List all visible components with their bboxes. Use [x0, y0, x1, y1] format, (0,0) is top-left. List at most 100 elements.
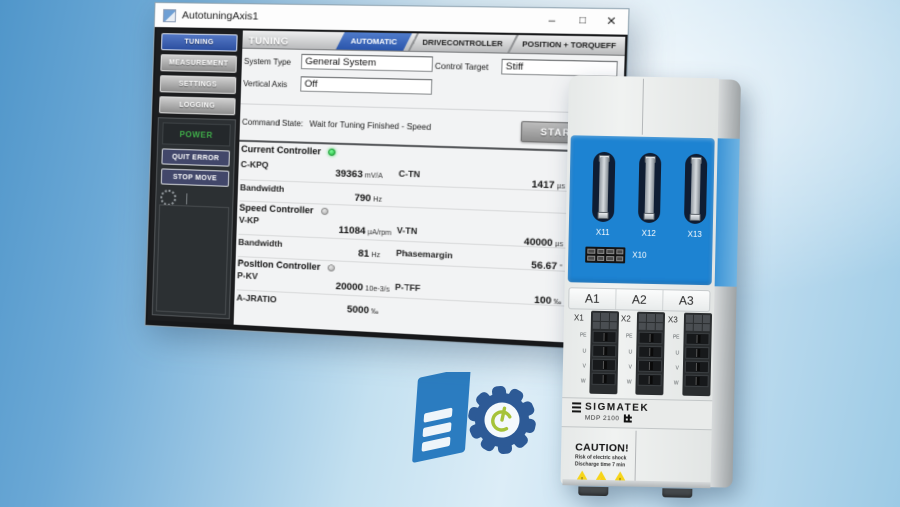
power-status-label: POWER	[162, 122, 231, 146]
terminal-block-x2	[635, 312, 665, 396]
terminal-label-pe: PE	[619, 333, 632, 339]
terminal-slot	[685, 333, 709, 346]
connector-screw	[644, 213, 655, 220]
unit: mV/A	[365, 172, 383, 180]
terminal-label-u: U	[573, 348, 586, 354]
unit: Hz	[373, 196, 382, 204]
terminal-label-u: U	[619, 349, 632, 355]
close-button[interactable]: ✕	[599, 12, 624, 31]
terminal-slot	[592, 345, 616, 358]
param-value: 5000‰	[275, 300, 379, 317]
tab-position-torqueff[interactable]: POSITION + TORQUEFF	[513, 35, 625, 55]
io-connector-x10	[585, 247, 625, 264]
terminal-label-pe: PE	[574, 332, 587, 338]
terminal-slot	[685, 375, 709, 388]
sidebar-item-logging[interactable]: LOGGING	[159, 96, 236, 115]
unit: µA/rpm	[368, 229, 392, 237]
connector-screw	[689, 214, 700, 221]
terminal-slot	[592, 373, 616, 385]
value: 20000	[335, 281, 363, 294]
sidebar: TUNING MEASUREMENT SETTINGS LOGGING POWE…	[148, 29, 243, 325]
connector-metal	[691, 159, 701, 219]
terminal-label-v: V	[619, 364, 632, 370]
terminal-label-w: W	[666, 380, 679, 386]
pin	[616, 256, 624, 261]
qr-code-icon	[623, 414, 631, 422]
port-label-x10: X10	[632, 251, 646, 260]
tab-drivecontroller[interactable]: DRIVECONTROLLER	[414, 33, 512, 52]
port-label-x13: X13	[684, 230, 706, 239]
unit: 10e-3/s	[365, 285, 390, 293]
minimize-button[interactable]: –	[540, 11, 565, 30]
caution-line2: Discharge time 7 min	[575, 461, 685, 469]
pin	[616, 249, 624, 254]
unit: Hz	[371, 252, 380, 260]
terminal-slot	[638, 346, 662, 359]
axis-label-strip: A1 A2 A3	[568, 287, 710, 312]
value: 790	[354, 192, 371, 204]
encoder-connector-x13	[684, 154, 707, 224]
tab-strip: TUNING AUTOMATIC DRIVECONTROLLER POSITIO…	[242, 30, 625, 55]
param-value: 39363mV/A	[279, 166, 383, 181]
drive-module: X11 X12 X13 X10 A1 A2 A3 X1	[560, 75, 741, 491]
port-label-x12: X12	[638, 229, 660, 238]
control-target-label: Control Target	[435, 62, 489, 72]
system-type-input[interactable]	[301, 54, 433, 72]
sidebar-item-measurement[interactable]: MEASUREMENT	[160, 54, 237, 73]
value: 39363	[335, 168, 363, 180]
sidebar-item-tuning[interactable]: TUNING	[161, 33, 238, 51]
connector-metal	[645, 158, 655, 218]
terminal-label-w: W	[573, 378, 586, 384]
tab-automatic[interactable]: AUTOMATIC	[336, 32, 412, 51]
encoder-connector-x11	[592, 152, 615, 222]
terminal-label-u: U	[666, 350, 679, 356]
terminal-label-pe: PE	[666, 334, 679, 340]
connector-screw	[598, 212, 609, 219]
device-foot	[578, 486, 608, 496]
value: 81	[358, 248, 369, 260]
port-label-x2: X2	[621, 314, 631, 323]
pin	[587, 249, 595, 254]
terminal-slot	[592, 359, 616, 372]
sigmatek-logo-icon	[572, 402, 581, 412]
terminal-label-v: V	[573, 363, 586, 369]
speed-controller-led	[321, 207, 328, 214]
model-row: MDP 2100	[585, 414, 712, 425]
device-side-blue	[715, 138, 740, 286]
divider	[241, 103, 619, 114]
caution-title: CAUTION!	[575, 441, 685, 455]
app-window: AutotuningAxis1 – □ ✕ TUNING MEASUREMENT…	[144, 2, 629, 352]
app-window-wrap: AutotuningAxis1 – □ ✕ TUNING MEASUREMENT…	[144, 2, 629, 352]
command-state-value: Wait for Tuning Finished - Speed	[309, 119, 431, 132]
pin	[597, 256, 605, 261]
vertical-axis-input[interactable]	[300, 76, 432, 94]
motor-terminal-section: X1 PE U V W X2	[562, 310, 714, 399]
sidebar-item-settings[interactable]: SETTINGS	[160, 75, 237, 94]
axis-label-a2: A2	[615, 289, 662, 310]
product-logo	[396, 372, 564, 475]
position-controller-led	[328, 264, 335, 271]
stop-move-button[interactable]: STOP MOVE	[161, 168, 230, 186]
device-foot	[662, 488, 692, 498]
quit-error-button[interactable]: QUIT ERROR	[161, 148, 230, 166]
param-label: Phasemargin	[396, 248, 453, 261]
terminal-block-x3	[682, 313, 712, 397]
maximize-button[interactable]: □	[570, 12, 595, 31]
connector-metal	[599, 157, 609, 217]
divider	[186, 193, 187, 204]
module-card-icon	[412, 372, 471, 463]
pin	[606, 249, 614, 254]
param-label: C-KPQ	[241, 159, 269, 170]
terminal-slot	[638, 374, 662, 386]
param-label: P-TFF	[395, 282, 421, 294]
param-label: A-JRATIO	[236, 292, 277, 304]
port-label-x11: X11	[592, 228, 614, 237]
module-seam	[642, 79, 644, 135]
tabs: AUTOMATIC DRIVECONTROLLER POSITION + TOR…	[336, 32, 625, 55]
window-title: AutotuningAxis1	[182, 9, 259, 22]
control-target-input[interactable]	[501, 59, 618, 77]
gear-icon	[462, 379, 543, 461]
terminal-slot	[638, 332, 662, 344]
terminal-label-w: W	[619, 379, 632, 385]
speed-controller-header: Speed Controller	[239, 202, 328, 216]
